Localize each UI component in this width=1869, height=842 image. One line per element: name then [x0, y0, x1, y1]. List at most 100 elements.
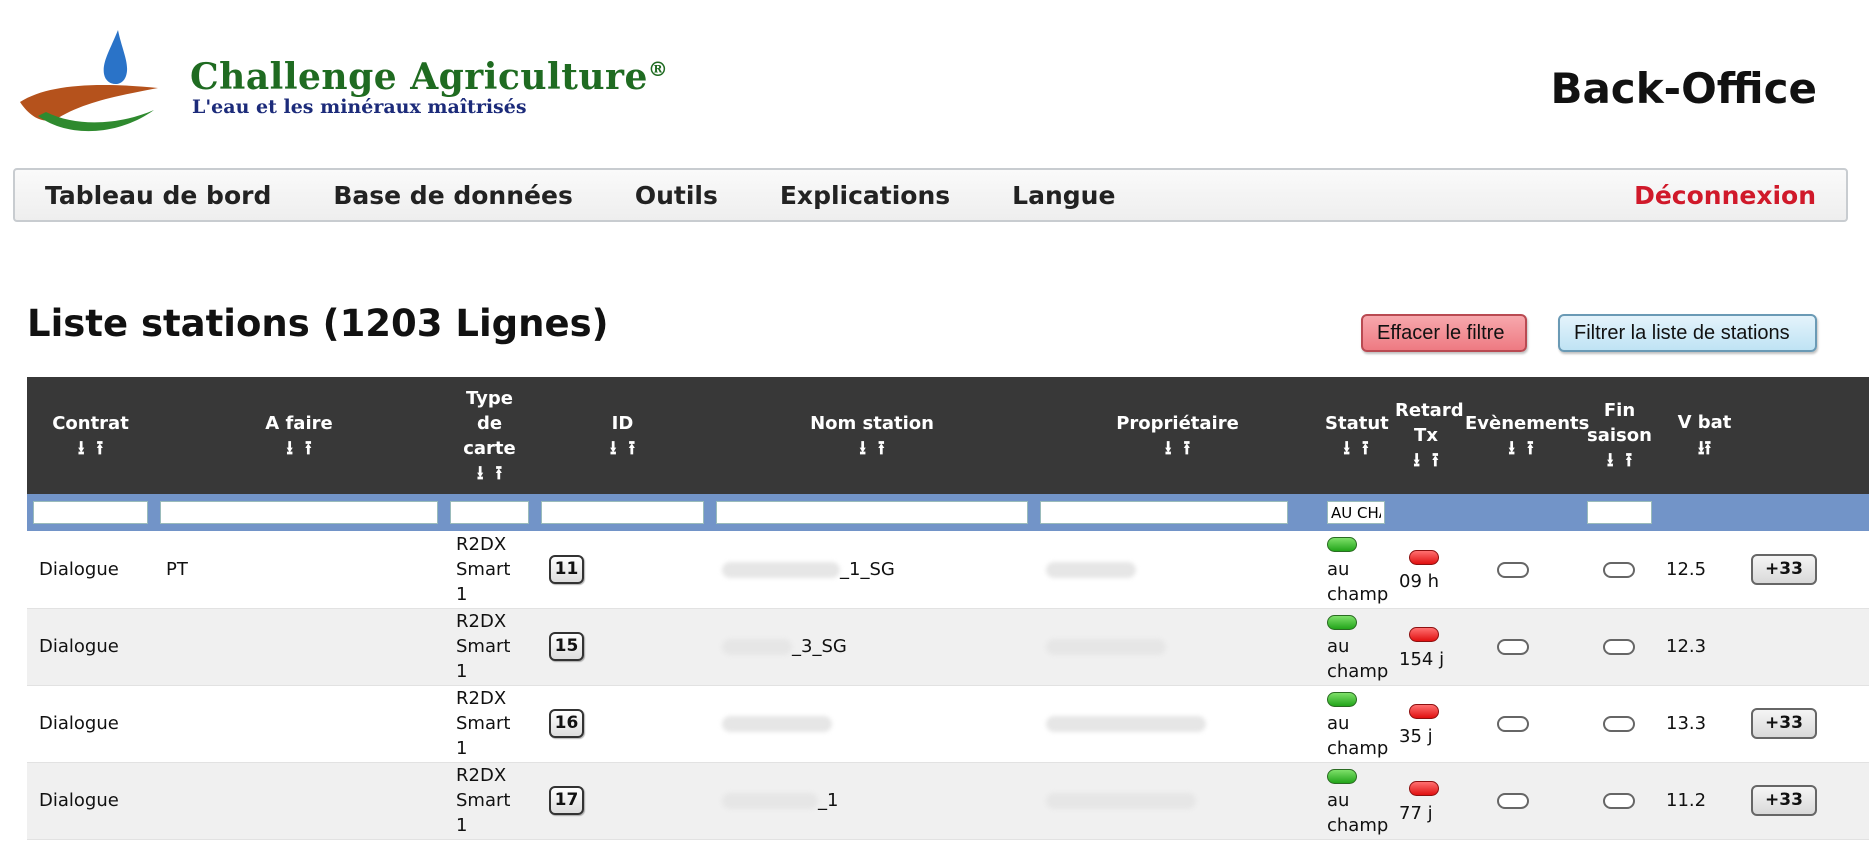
col-fin-saison: Fin saison ⭳⭱: [1581, 377, 1658, 494]
end-season-indicator-icon[interactable]: [1603, 639, 1635, 655]
sort-arrows-icon[interactable]: ⭳⭱: [1407, 448, 1457, 473]
cell-statut: au champ: [1321, 531, 1391, 609]
cell-statut: au champ: [1321, 762, 1391, 840]
col-statut: Statut ⭳⭱: [1321, 377, 1391, 494]
status-indicator-icon: [1327, 691, 1357, 707]
cell-vbat: 13.3: [1658, 685, 1751, 763]
redacted-text: [722, 561, 840, 578]
events-indicator-icon[interactable]: [1497, 716, 1529, 732]
nav-base-de-donnees[interactable]: Base de données: [333, 181, 572, 210]
filter-id-input[interactable]: [541, 501, 704, 524]
end-season-indicator-icon[interactable]: [1603, 561, 1635, 578]
cell-id: 17: [535, 762, 710, 840]
filter-row: [27, 494, 1869, 531]
cell-type: R2DX Smart 1: [444, 608, 535, 686]
cell-fin-saison: [1581, 762, 1658, 840]
header-row: Contrat ⭳⭱ A faire ⭳⭱ Type de carte ⭳⭱ ID ⭳⭱ N…: [27, 377, 1869, 494]
redacted-text: [722, 793, 818, 809]
filter-stations-button[interactable]: Filtrer la liste de stations: [1558, 314, 1817, 352]
delay-indicator-icon: [1409, 627, 1439, 642]
sort-arrows-icon[interactable]: ⭳⭱: [1337, 436, 1387, 461]
station-id-badge[interactable]: 15: [549, 632, 584, 661]
phone-button[interactable]: +33: [1751, 785, 1817, 816]
brand-subtitle: L'eau et les minéraux maîtrisés: [192, 96, 527, 118]
end-season-indicator-icon[interactable]: [1603, 716, 1635, 732]
delay-indicator-icon: [1409, 781, 1439, 796]
station-id-badge[interactable]: 11: [549, 554, 584, 584]
challenge-agriculture-logo-icon: [20, 30, 158, 132]
redacted-text: [722, 639, 792, 655]
filter-nom-input[interactable]: [716, 501, 1028, 524]
events-indicator-icon[interactable]: [1497, 561, 1529, 578]
sort-arrows-icon[interactable]: ⭳⭱: [551, 436, 706, 461]
cell-statut: au champ: [1321, 608, 1391, 686]
cell-afaire: PT: [154, 531, 444, 609]
nav-tableau-de-bord[interactable]: Tableau de bord: [45, 181, 271, 210]
cell-type: R2DX Smart 1: [444, 685, 535, 763]
section-title: Back-Office: [1550, 64, 1817, 113]
col-id: ID ⭳⭱: [535, 377, 710, 494]
sort-arrows-icon[interactable]: ⭳⭱: [170, 436, 440, 461]
cell-id: 15: [535, 608, 710, 686]
events-indicator-icon[interactable]: [1497, 639, 1529, 655]
nav-langue[interactable]: Langue: [1012, 181, 1115, 210]
cell-vbat: 12.5: [1658, 531, 1751, 609]
col-evenements: Evènements ⭳⭱: [1461, 377, 1589, 494]
filter-statut-input[interactable]: [1327, 501, 1385, 524]
logout-link[interactable]: Déconnexion: [1634, 181, 1816, 210]
brand-title: Challenge Agriculture®: [190, 56, 669, 98]
cell-nom-station: _3_SG: [710, 608, 1034, 686]
end-season-indicator-icon[interactable]: [1603, 793, 1635, 809]
col-afaire: A faire ⭳⭱: [154, 377, 444, 494]
phone-button[interactable]: +33: [1751, 553, 1817, 585]
sort-arrows-icon[interactable]: ⭳⭱: [1597, 448, 1654, 473]
sort-arrows-icon[interactable]: ⭳⭱: [726, 436, 1030, 461]
delay-indicator-icon: [1409, 549, 1439, 565]
clear-filter-button[interactable]: Effacer le filtre: [1361, 314, 1527, 352]
cell-contrat: Dialogue: [27, 608, 154, 686]
table-row[interactable]: Dialogue PT R2DX Smart 1 11 _1_SG au champ 09 h 1…: [27, 531, 1869, 609]
filter-fin-saison-input[interactable]: [1587, 501, 1652, 524]
col-contrat: Contrat ⭳⭱: [27, 377, 154, 494]
header: Challenge Agriculture® L'eau et les miné…: [0, 0, 1869, 160]
nav-outils[interactable]: Outils: [635, 181, 718, 210]
filter-type-input[interactable]: [450, 501, 529, 524]
status-indicator-icon: [1327, 614, 1357, 630]
status-indicator-icon: [1327, 768, 1357, 784]
stations-rows: Dialogue PT R2DX Smart 1 11 _1_SG au champ 09 h1…: [27, 531, 1869, 840]
main-nav: Tableau de bord Base de données Outils E…: [13, 168, 1848, 222]
cell-evenements: [1461, 608, 1581, 686]
sort-arrows-icon[interactable]: ⭳⭱: [1050, 436, 1317, 461]
events-indicator-icon[interactable]: [1497, 793, 1529, 809]
sort-arrows-icon[interactable]: ⭳⭱: [1477, 436, 1577, 461]
cell-fin-saison: [1581, 685, 1658, 763]
filter-proprietaire-input[interactable]: [1040, 501, 1288, 524]
col-nom-station: Nom station ⭳⭱: [710, 377, 1034, 494]
filter-contrat-input[interactable]: [33, 501, 148, 524]
table-row[interactable]: Dialogue R2DX Smart 1 17 _1 au champ 77 j 11.2 +3…: [27, 762, 1869, 840]
sort-arrows-icon[interactable]: ⭳⭱: [460, 461, 531, 486]
cell-nom-station: [710, 685, 1034, 763]
table-row[interactable]: Dialogue R2DX Smart 1 15 _3_SG au champ 154 j 12…: [27, 608, 1869, 686]
station-id-badge[interactable]: 16: [549, 709, 584, 738]
redacted-text: [722, 716, 832, 732]
cell-id: 16: [535, 685, 710, 763]
table-row[interactable]: Dialogue R2DX Smart 1 16 au champ 35 j 13.3 +33: [27, 685, 1869, 763]
stations-table: Contrat ⭳⭱ A faire ⭳⭱ Type de carte ⭳⭱ ID ⭳⭱ N…: [27, 377, 1869, 840]
nav-explications[interactable]: Explications: [780, 181, 950, 210]
filter-afaire-input[interactable]: [160, 501, 438, 524]
cell-vbat: 11.2: [1658, 762, 1751, 840]
cell-phone: +33: [1751, 685, 1869, 763]
sort-arrows-icon[interactable]: ⭳⭱: [43, 436, 150, 461]
station-id-badge[interactable]: 17: [549, 786, 584, 815]
cell-statut: au champ: [1321, 685, 1391, 763]
cell-id: 11: [535, 531, 710, 609]
sort-arrows-icon[interactable]: ⭳⭱: [1662, 435, 1747, 461]
col-retard-tx: Retard Tx ⭳⭱: [1391, 377, 1464, 494]
cell-proprietaire: [1034, 608, 1321, 686]
cell-fin-saison: [1581, 608, 1658, 686]
cell-proprietaire: [1034, 685, 1321, 763]
phone-button[interactable]: +33: [1751, 708, 1817, 739]
col-vbat: V bat ⭳⭱: [1658, 377, 1751, 494]
cell-phone: +33: [1751, 762, 1869, 840]
